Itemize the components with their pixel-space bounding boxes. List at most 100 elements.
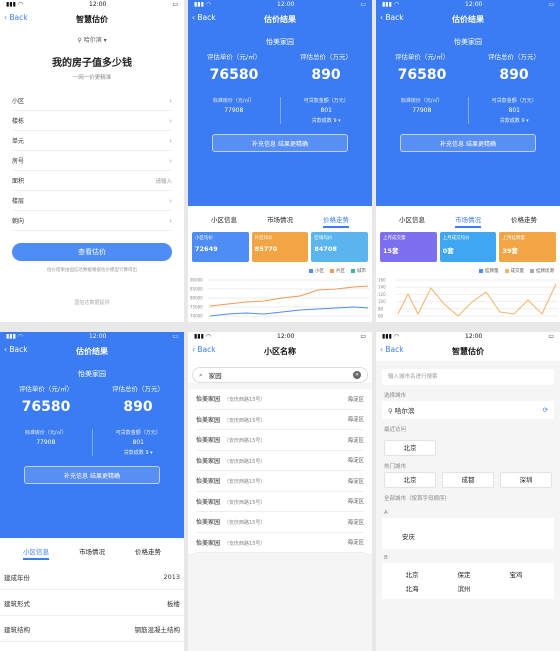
form-row[interactable]: 楼栋 › [12,111,172,131]
city-chip[interactable]: 北京 [384,472,436,488]
tab-trend[interactable]: 价格走势 [135,546,161,560]
y-tick-label: 85000 [190,287,203,292]
tab-market[interactable]: 市场情况 [79,546,105,560]
city-search-input[interactable]: 输入城市名进行搜索 [382,369,554,385]
result-hero: 怡美家园 评估单价（元/㎡） 76580 评估总价（万元） 890 标准房价（元/㎡… [376,29,560,152]
time: 12:00 [277,333,295,340]
result-tabs: 小区信息 市场情况 价格走势 [188,206,372,228]
current-city[interactable]: ⚲ 哈尔滨 ⟳ [382,401,554,419]
page-title: 小区名称 [264,346,296,356]
city-chip[interactable]: 深圳 [500,472,552,488]
field-label: 面积 [12,178,25,185]
refine-button[interactable]: 补充信息 结果更精确 [212,134,348,152]
refine-button[interactable]: 补充信息 结果更精确 [400,134,536,152]
city-item[interactable]: 滨州 [442,583,486,593]
clear-icon[interactable]: ✕ [353,371,361,379]
unit-price: 76580 [21,399,71,415]
chevron-right-icon: › [169,216,172,225]
city-picker[interactable]: ⚲ 哈尔滨 ▾ [0,35,184,44]
view-valuation-button[interactable]: 查看估价 [12,243,172,261]
info-label: 建成年份 [4,573,30,582]
back-button[interactable]: ‹ Back [192,345,216,354]
y-tick-label: 75000 [190,305,203,310]
result-item[interactable]: 怡美家园 （安庆西路15号） 海淀区 [196,512,364,533]
cities-a: 安庆 [382,518,554,549]
y-tick-label: 160 [378,278,386,283]
card-value: 72649 [195,245,218,253]
form-row[interactable]: 面积 请输入 [12,171,172,191]
note: 估价结果由国信达数据根据估价模型计算得出 [47,268,137,273]
result-name: 怡美家园 [196,457,221,465]
info-row: 建筑形式 板楼 [0,590,184,616]
chart-legend: 小区 片区 城市 [188,262,372,274]
signal-icon: ▮▮▮ ◠ [194,1,212,8]
result-hero: 怡美家园 评估单价（元/㎡） 76580 评估总价（万元） 890 标准房价（元/㎡… [0,361,184,484]
refresh-icon[interactable]: ⟳ [543,406,548,414]
form-row[interactable]: 楼层 › [12,191,172,211]
letter-a: A [384,510,388,516]
tab-community[interactable]: 小区信息 [211,214,237,228]
back-button[interactable]: ‹ Back [4,13,28,22]
form-row[interactable]: 房号 › [12,151,172,171]
result-tabs: 小区信息 市场情况 价格走势 [376,206,560,228]
summary-card: 区域均价 84708 [311,232,369,262]
tab-trend[interactable]: 价格走势 [323,214,349,228]
screen-city-picker: ▮▮▮ ◠ 12:00 ▭ ‹ Back 智慧估价 输入城市名进行搜索 选择城市 ⚲ … [376,332,560,651]
time: 12:00 [89,333,107,340]
result-item[interactable]: 怡美家园 （安庆西路15号） 海淀区 [196,533,364,553]
result-district: 海淀区 [347,499,364,506]
loan-ratio[interactable]: 贷款成数 9 ▾ [93,449,185,456]
y-tick-label: 140 [378,285,386,290]
result-item[interactable]: 怡美家园 （安庆西路15号） 海淀区 [196,471,364,492]
city-item[interactable]: 北京 [390,569,434,579]
tab-trend[interactable]: 价格走势 [511,214,537,228]
search-input[interactable]: ⌕ 家园 ✕ [192,367,368,383]
current-city-label: 哈尔滨 [394,407,415,415]
tab-market[interactable]: 市场情况 [455,214,481,228]
result-item[interactable]: 怡美家园 （安庆西路15号） 海淀区 [196,389,364,410]
result-address: （安庆西路15号） [224,417,266,424]
back-button[interactable]: ‹ Back [4,345,28,354]
y-tick-label: 80 [378,306,384,311]
form-row[interactable]: 单元 › [12,131,172,151]
result-item[interactable]: 怡美家园 （安庆西路15号） 海淀区 [196,492,364,512]
result-tabs: 小区信息 市场情况 价格走势 [0,538,184,560]
loan-ratio[interactable]: 贷款成数 9 ▾ [469,117,560,124]
form-row[interactable]: 小区 › [12,91,172,111]
tab-community[interactable]: 小区信息 [399,214,425,228]
result-name: 怡美家园 [196,498,221,506]
city-item[interactable]: 北海 [390,583,434,593]
screen-result-market: ▮▮▮ ◠ 12:00 ▭ ‹ Back 估价结果 怡美家园 评估单价（元/㎡） 765… [376,0,560,322]
loan-ratio[interactable]: 贷款成数 9 ▾ [281,117,373,124]
back-button[interactable]: ‹ Back [380,13,404,22]
city-chip[interactable]: 成都 [442,472,494,488]
city-item[interactable]: 安庆 [402,533,415,541]
signal-icon: ▮▮▮ ◠ [194,333,212,340]
result-item[interactable]: 怡美家园 （安庆西路15号） 海淀区 [196,410,364,430]
chevron-right-icon: › [169,196,172,205]
result-header: ▮▮▮ ◠ 12:00 ▭ ‹ Back 估价结果 怡美家园 评估单价（元/㎡） 765… [188,0,372,206]
city-item[interactable]: 保定 [442,569,486,579]
form-fields: 小区 › 楼栋 › 单元 › 房号 › 面积 请输入 楼层 › 朝向 › [0,91,184,231]
result-name-wrap: 怡美家园 （安庆西路15号） [196,517,265,526]
city-item[interactable]: 宝鸡 [494,569,538,579]
back-button[interactable]: ‹ Back [192,13,216,22]
city-label: 哈尔滨 [83,37,102,44]
card-title: 上月成交均价 [442,236,470,241]
tab-market[interactable]: 市场情况 [267,214,293,228]
result-address: （安庆西路15号） [224,479,266,486]
standard-label: 标准房价（元/㎡） [24,430,67,436]
time: 12:00 [465,1,483,8]
signal-icon: ▮▮▮ ◠ [382,1,400,8]
location-icon: ⚲ [77,37,82,44]
back-button[interactable]: ‹ Back [380,345,404,354]
summary-card: 小区均价 72649 [192,232,249,262]
refine-button[interactable]: 补充信息 结果更精确 [24,466,160,484]
form-row[interactable]: 朝向 › [12,211,172,231]
result-item[interactable]: 怡美家园 （安庆西路15号） 海淀区 [196,451,364,471]
city-chip[interactable]: 北京 [384,440,436,456]
result-item[interactable]: 怡美家园 （安庆西路15号） 海淀区 [196,430,364,451]
page-title: 估价结果 [264,14,296,24]
tab-community[interactable]: 小区信息 [23,546,49,560]
chart-legend: 挂牌量 成交量 挂牌房源 [376,262,560,274]
